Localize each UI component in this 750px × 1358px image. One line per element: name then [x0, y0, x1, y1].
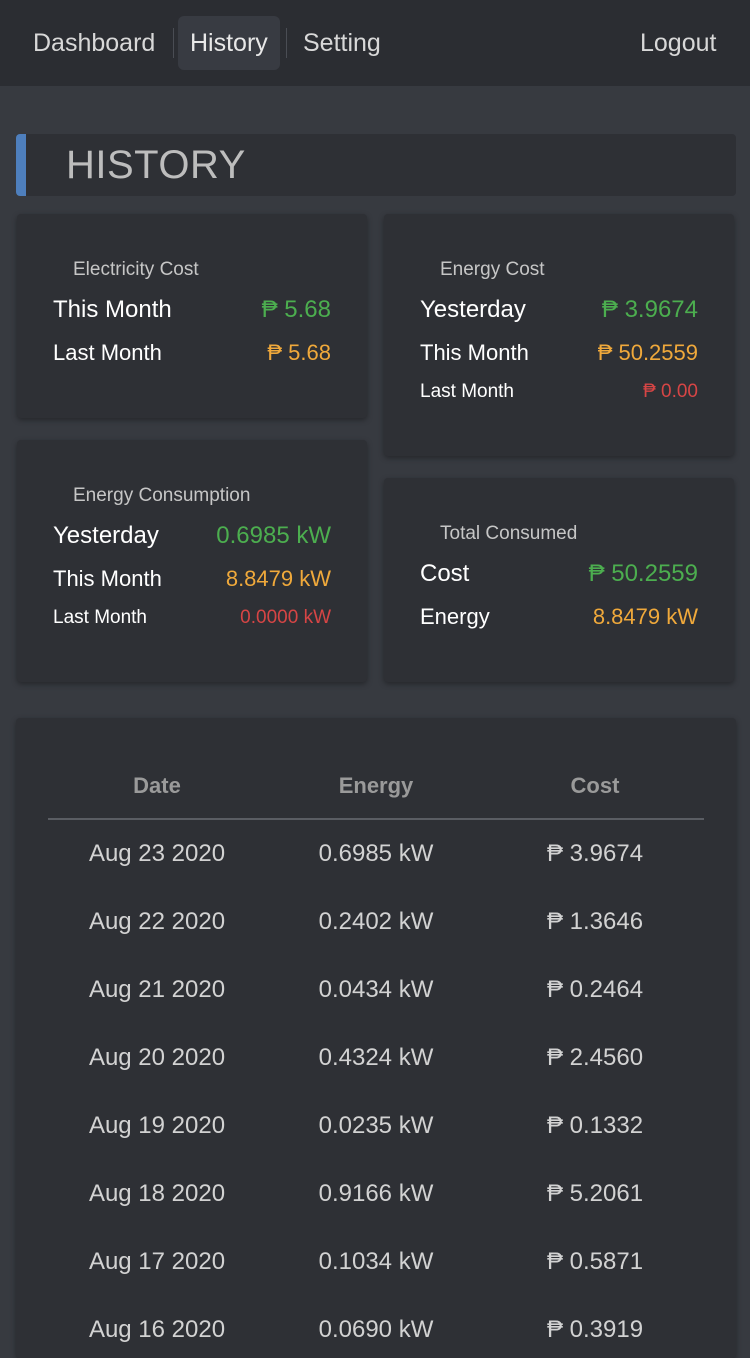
- yesterday-value: 0.6985 kW: [216, 522, 331, 549]
- table-row: Aug 19 2020 0.0235 kW ₱ 0.1332: [48, 1092, 704, 1160]
- this-month-value: ₱ 5.68: [261, 296, 331, 323]
- date-cell: Aug 23 2020: [88, 840, 226, 867]
- cost-cell: ₱ 0.2464: [546, 976, 644, 1003]
- this-month-value: ₱ 50.2559: [597, 340, 698, 365]
- energy-cell: 0.4324 kW: [318, 1044, 434, 1071]
- energy-cell: 0.0690 kW: [318, 1316, 434, 1343]
- card-title: Energy Cost: [440, 259, 545, 280]
- nav-history-link[interactable]: History: [178, 16, 280, 70]
- energy-cell: 0.0235 kW: [318, 1112, 434, 1139]
- table-row: Aug 23 2020 0.6985 kW ₱ 3.9674: [48, 820, 704, 888]
- cost-cell: ₱ 1.3646: [546, 908, 644, 935]
- date-cell: Aug 16 2020: [88, 1316, 226, 1343]
- cost-cell: ₱ 0.5871: [546, 1248, 644, 1275]
- nav-dashboard-link[interactable]: Dashboard: [21, 16, 167, 70]
- energy-cell: 0.1034 kW: [318, 1248, 434, 1275]
- date-cell: Aug 19 2020: [88, 1112, 226, 1139]
- column-header-date[interactable]: Date: [48, 766, 266, 806]
- yesterday-label: Yesterday: [53, 522, 159, 549]
- column-header-cost[interactable]: Cost: [486, 766, 704, 806]
- this-month-label: This Month: [53, 296, 172, 323]
- total-consumed-card: Total Consumed Cost ₱ 50.2559 Energy 8.8…: [384, 478, 734, 682]
- table-row: Aug 20 2020 0.4324 kW ₱ 2.4560: [48, 1024, 704, 1092]
- cost-cell: ₱ 0.1332: [546, 1112, 644, 1139]
- cost-cell: ₱ 5.2061: [546, 1180, 644, 1207]
- history-table: Date Energy Cost Aug 23 2020 0.6985 kW ₱ 3…: [16, 718, 736, 1358]
- page-title: HISTORY: [66, 143, 246, 187]
- energy-consumption-card: Energy Consumption Yesterday 0.6985 kW T…: [17, 440, 367, 682]
- table-row: Aug 17 2020 0.1034 kW ₱ 0.5871: [48, 1228, 704, 1296]
- this-month-label: This Month: [420, 340, 529, 365]
- cost-cell: ₱ 2.4560: [546, 1044, 644, 1071]
- nav-setting-link[interactable]: Setting: [291, 16, 393, 70]
- energy-cell: 0.6985 kW: [318, 840, 434, 867]
- last-month-label: Last Month: [420, 381, 514, 402]
- date-cell: Aug 20 2020: [88, 1044, 226, 1071]
- date-cell: Aug 22 2020: [88, 908, 226, 935]
- energy-cell: 0.0434 kW: [318, 976, 434, 1003]
- date-cell: Aug 18 2020: [88, 1180, 226, 1207]
- nav-divider: [173, 28, 174, 58]
- date-cell: Aug 21 2020: [88, 976, 226, 1003]
- energy-label: Energy: [420, 604, 490, 629]
- top-navbar: Dashboard History Setting Logout: [0, 0, 750, 86]
- cost-label: Cost: [420, 560, 470, 587]
- last-month-label: Last Month: [53, 340, 162, 365]
- card-title: Energy Consumption: [73, 485, 251, 506]
- last-month-value: ₱ 0.00: [643, 381, 698, 402]
- column-header-energy[interactable]: Energy: [267, 766, 485, 806]
- cost-cell: ₱ 0.3919: [546, 1316, 644, 1343]
- card-title: Electricity Cost: [73, 259, 199, 280]
- last-month-value: ₱ 5.68: [267, 340, 331, 365]
- date-cell: Aug 17 2020: [88, 1248, 226, 1275]
- yesterday-label: Yesterday: [420, 296, 526, 323]
- table-row: Aug 22 2020 0.2402 kW ₱ 1.3646: [48, 888, 704, 956]
- table-row: Aug 16 2020 0.0690 kW ₱ 0.3919: [48, 1296, 704, 1358]
- last-month-value: 0.0000 kW: [240, 607, 331, 628]
- logout-link[interactable]: Logout: [628, 16, 728, 70]
- table-row: Aug 18 2020 0.9166 kW ₱ 5.2061: [48, 1160, 704, 1228]
- energy-cell: 0.2402 kW: [318, 908, 434, 935]
- cost-value: ₱ 50.2559: [588, 560, 698, 587]
- table-row: Aug 21 2020 0.0434 kW ₱ 0.2464: [48, 956, 704, 1024]
- card-title: Total Consumed: [440, 523, 578, 544]
- electricity-cost-card: Electricity Cost This Month ₱ 5.68 Last …: [17, 214, 367, 418]
- yesterday-value: ₱ 3.9674: [601, 296, 698, 323]
- last-month-label: Last Month: [53, 607, 147, 628]
- cost-cell: ₱ 3.9674: [546, 840, 644, 867]
- energy-cell: 0.9166 kW: [318, 1180, 434, 1207]
- page-title-bar: HISTORY: [16, 134, 736, 196]
- energy-cost-card: Energy Cost Yesterday ₱ 3.9674 This Mont…: [384, 214, 734, 456]
- energy-value: 8.8479 kW: [592, 604, 698, 629]
- this-month-label: This Month: [53, 566, 162, 591]
- nav-divider: [286, 28, 287, 58]
- table-header: Date Energy Cost: [48, 766, 704, 820]
- this-month-value: 8.8479 kW: [225, 566, 331, 591]
